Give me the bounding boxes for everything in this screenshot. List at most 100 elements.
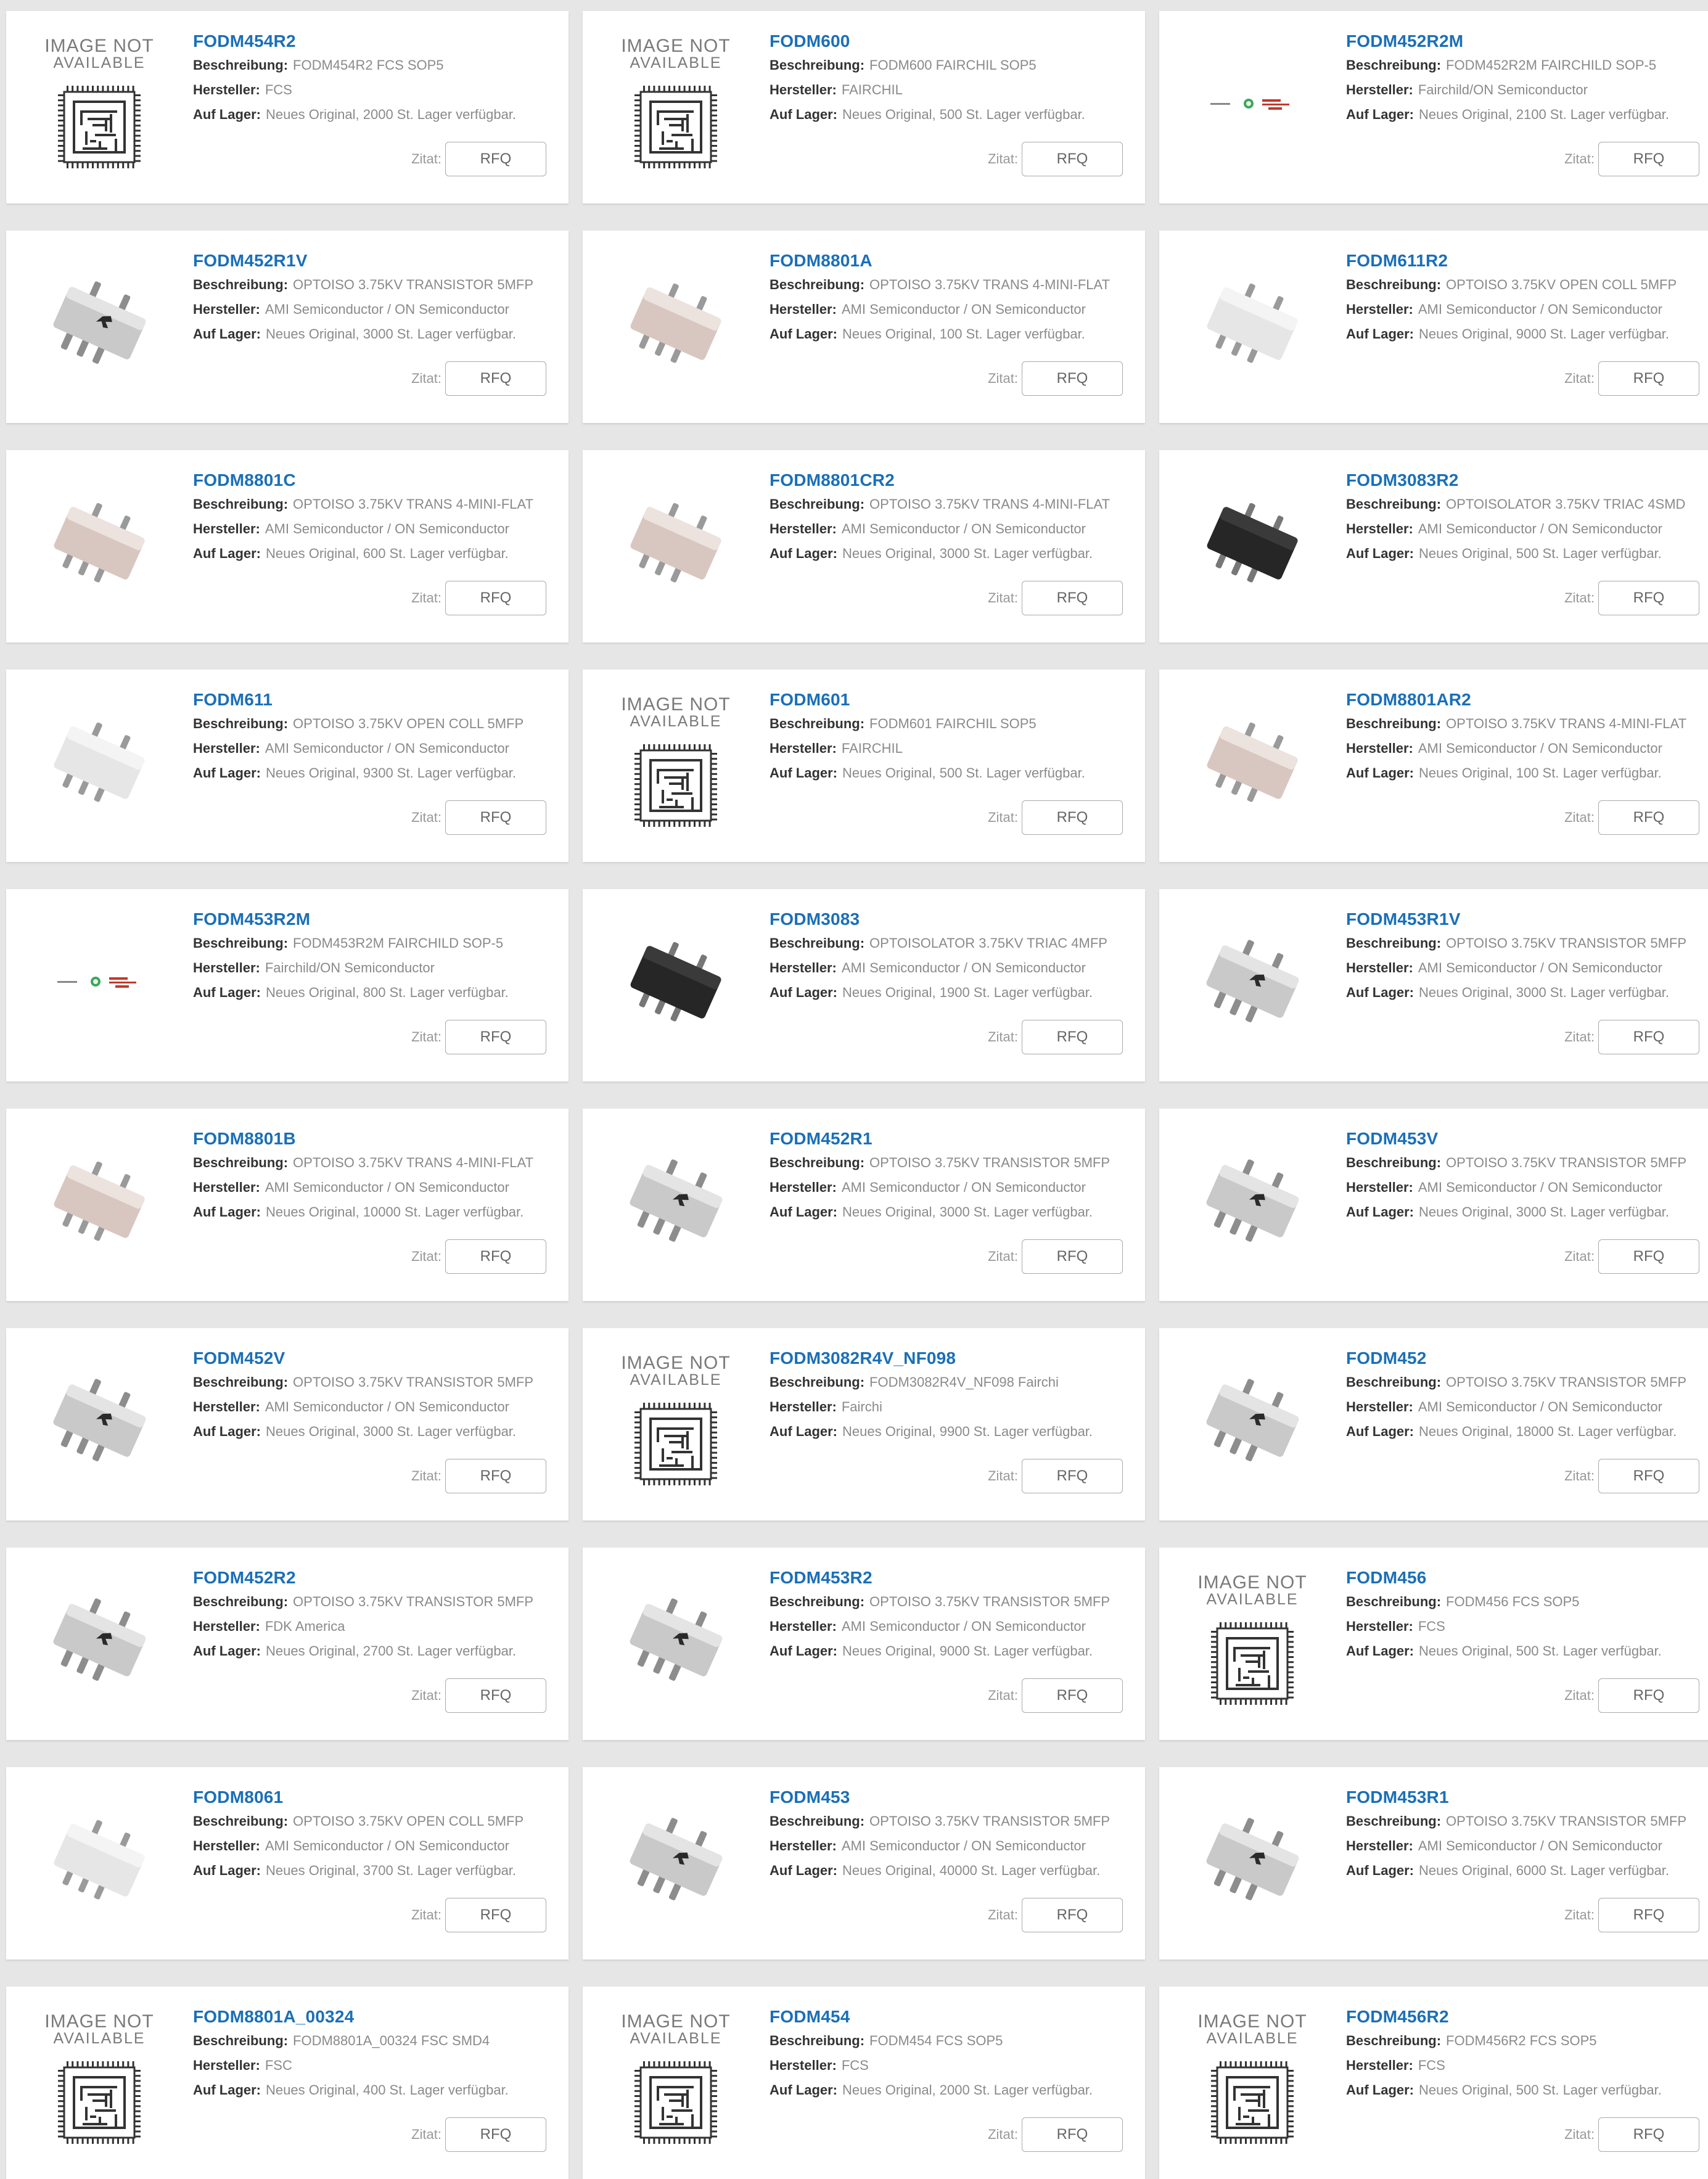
rfq-button[interactable]: RFQ [1598, 142, 1699, 176]
part-number-link[interactable]: FODM452R2 [193, 1566, 569, 1590]
rfq-button[interactable]: RFQ [1598, 2117, 1699, 2152]
image-not-available-icon[interactable]: IMAGE NOT AVAILABLE [1184, 2011, 1321, 2148]
image-not-available-icon[interactable]: IMAGE NOT AVAILABLE [607, 2011, 744, 2148]
part-number-link[interactable]: FODM452R2M [1346, 30, 1708, 53]
image-not-available-icon[interactable]: IMAGE NOT AVAILABLE [1184, 1572, 1321, 1709]
chip-gray-icon[interactable] [31, 255, 168, 392]
rfq-button[interactable]: RFQ [1598, 1678, 1699, 1713]
chip-gray-icon[interactable] [1184, 1133, 1321, 1270]
description-value: FODM601 FAIRCHIL SOP5 [869, 716, 1037, 731]
part-number-link[interactable]: FODM611R2 [1346, 249, 1708, 273]
rfq-button[interactable]: RFQ [1022, 581, 1123, 615]
rfq-button[interactable]: RFQ [1022, 1020, 1123, 1054]
quote-label: Zitat: [988, 1468, 1018, 1483]
rfq-button[interactable]: RFQ [1598, 581, 1699, 615]
part-number-link[interactable]: FODM3083 [770, 908, 1145, 931]
part-number-link[interactable]: FODM8801B [193, 1127, 569, 1151]
rfq-button[interactable]: RFQ [1598, 800, 1699, 835]
rfq-button[interactable]: RFQ [1598, 1020, 1699, 1054]
rfq-button[interactable]: RFQ [1598, 1898, 1699, 1932]
part-number-link[interactable]: FODM8801A_00324 [193, 2005, 569, 2029]
part-number-link[interactable]: FODM452R1 [770, 1127, 1145, 1151]
chip-gray-icon[interactable] [31, 1353, 168, 1490]
chip-pink-icon[interactable] [607, 255, 744, 392]
part-number-link[interactable]: FODM8801AR2 [1346, 688, 1708, 712]
chip-white-icon[interactable] [31, 1792, 168, 1929]
chip-gray-icon[interactable] [1184, 914, 1321, 1051]
part-number-link[interactable]: FODM454R2 [193, 30, 569, 53]
part-number-link[interactable]: FODM453R1V [1346, 908, 1708, 931]
manufacturer-logo-icon[interactable] [1184, 36, 1321, 173]
part-number-link[interactable]: FODM8801CR2 [770, 469, 1145, 492]
image-not-available-icon[interactable]: IMAGE NOT AVAILABLE [31, 36, 168, 173]
rfq-button[interactable]: RFQ [445, 1898, 546, 1932]
rfq-button[interactable]: RFQ [1022, 800, 1123, 835]
chip-pink-icon[interactable] [31, 475, 168, 612]
rfq-button[interactable]: RFQ [1022, 1678, 1123, 1713]
chip-gray-icon[interactable] [607, 1133, 744, 1270]
manufacturer-value: Fairchild/ON Semiconductor [265, 960, 435, 975]
chip-pink-icon[interactable] [31, 1133, 168, 1270]
part-number-link[interactable]: FODM453 [770, 1786, 1145, 1809]
chip-gray-icon[interactable] [1184, 1792, 1321, 1929]
rfq-button[interactable]: RFQ [1598, 1239, 1699, 1274]
part-number-link[interactable]: FODM453R2 [770, 1566, 1145, 1590]
rfq-button[interactable]: RFQ [445, 581, 546, 615]
rfq-button[interactable]: RFQ [445, 1678, 546, 1713]
rfq-button[interactable]: RFQ [445, 1020, 546, 1054]
rfq-button[interactable]: RFQ [445, 800, 546, 835]
rfq-button[interactable]: RFQ [445, 142, 546, 176]
chip-gray-icon[interactable] [607, 1572, 744, 1709]
image-not-available-icon[interactable]: IMAGE NOT AVAILABLE [607, 694, 744, 831]
rfq-button[interactable]: RFQ [445, 1459, 546, 1493]
description-label: Beschreibung: [1346, 277, 1442, 292]
chip-gray-icon[interactable] [31, 1572, 168, 1709]
part-number-link[interactable]: FODM8061 [193, 1786, 569, 1809]
part-number-link[interactable]: FODM456R2 [1346, 2005, 1708, 2029]
rfq-button[interactable]: RFQ [1598, 361, 1699, 396]
quote-label: Zitat: [411, 371, 441, 386]
manufacturer-logo-icon[interactable] [31, 914, 168, 1051]
chip-white-icon[interactable] [31, 694, 168, 831]
image-not-available-icon[interactable]: IMAGE NOT AVAILABLE [31, 2011, 168, 2148]
part-number-link[interactable]: FODM600 [770, 30, 1145, 53]
part-number-link[interactable]: FODM452V [193, 1347, 569, 1370]
chip-pink-icon[interactable] [1184, 694, 1321, 831]
rfq-button[interactable]: RFQ [445, 361, 546, 396]
rfq-button[interactable]: RFQ [1022, 2117, 1123, 2152]
chip-gray-icon[interactable] [1184, 1353, 1321, 1490]
part-number-link[interactable]: FODM453R1 [1346, 1786, 1708, 1809]
rfq-button[interactable]: RFQ [445, 2117, 546, 2152]
image-not-available-icon[interactable]: IMAGE NOT AVAILABLE [607, 1353, 744, 1490]
rfq-button[interactable]: RFQ [1598, 1459, 1699, 1493]
rfq-button[interactable]: RFQ [1022, 1898, 1123, 1932]
part-number-link[interactable]: FODM8801C [193, 469, 569, 492]
rfq-button[interactable]: RFQ [445, 1239, 546, 1274]
part-number-link[interactable]: FODM8801A [770, 249, 1145, 273]
part-number-link[interactable]: FODM611 [193, 688, 569, 712]
chip-pink-icon[interactable] [607, 475, 744, 612]
image-not-available-text: IMAGE NOT [44, 2011, 154, 2032]
chip-gray-icon[interactable] [607, 1792, 744, 1929]
part-number-link[interactable]: FODM601 [770, 688, 1145, 712]
rfq-button[interactable]: RFQ [1022, 1239, 1123, 1274]
stock-label: Auf Lager: [193, 107, 261, 122]
description-label: Beschreibung: [193, 716, 289, 731]
part-number-link[interactable]: FODM452R1V [193, 249, 569, 273]
rfq-button[interactable]: RFQ [1022, 1459, 1123, 1493]
rfq-button[interactable]: RFQ [1022, 142, 1123, 176]
chip-black-icon[interactable] [607, 914, 744, 1051]
description-value: FODM453R2M FAIRCHILD SOP-5 [293, 935, 504, 951]
part-number-link[interactable]: FODM453R2M [193, 908, 569, 931]
part-number-link[interactable]: FODM453V [1346, 1127, 1708, 1151]
chip-white-icon[interactable] [1184, 255, 1321, 392]
image-not-available-icon[interactable]: IMAGE NOT AVAILABLE [607, 36, 744, 173]
part-number-link[interactable]: FODM452 [1346, 1347, 1708, 1370]
part-number-link[interactable]: FODM3083R2 [1346, 469, 1708, 492]
product-card: FODM453R1 Beschreibung: OPTOISO 3.75KV TR… [1159, 1767, 1708, 1959]
part-number-link[interactable]: FODM456 [1346, 1566, 1708, 1590]
chip-black-icon[interactable] [1184, 475, 1321, 612]
rfq-button[interactable]: RFQ [1022, 361, 1123, 396]
part-number-link[interactable]: FODM454 [770, 2005, 1145, 2029]
part-number-link[interactable]: FODM3082R4V_NF098 [770, 1347, 1145, 1370]
